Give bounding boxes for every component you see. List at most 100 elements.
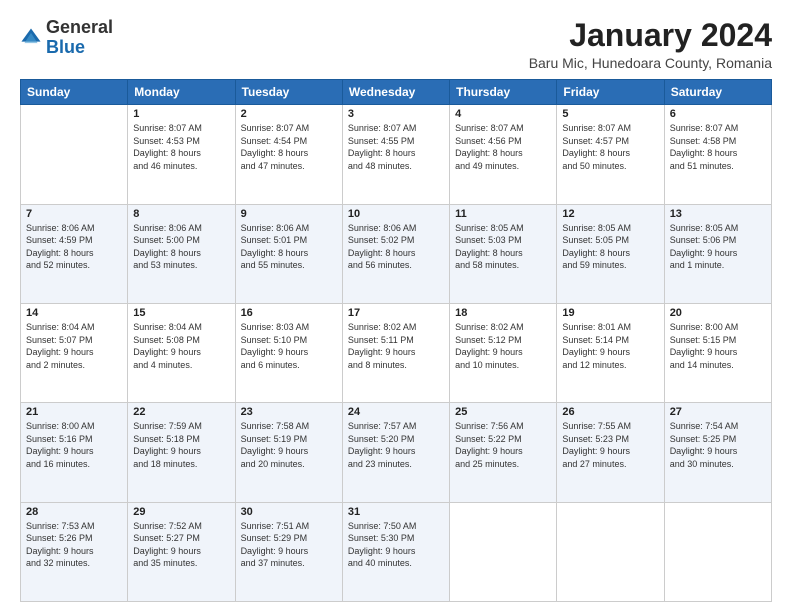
- day-number: 8: [133, 208, 229, 220]
- table-row: 15 Sunrise: 8:04 AMSunset: 5:08 PMDayligh…: [128, 303, 235, 402]
- day-number: 7: [26, 208, 122, 220]
- table-row: 27Sunrise: 7:54 AMSunset: 5:25 PMDayligh…: [664, 403, 771, 502]
- day-number: 23: [241, 406, 337, 418]
- table-row: [664, 502, 771, 601]
- day-info: Sunrise: 8:06 AMSunset: 5:00 PMDaylight:…: [133, 222, 229, 272]
- logo-icon: [20, 27, 42, 49]
- logo-general: General: [46, 17, 113, 37]
- day-number: 14: [26, 307, 122, 319]
- day-info: Sunrise: 8:00 AMSunset: 5:16 PMDaylight:…: [26, 420, 122, 470]
- col-wednesday: Wednesday: [342, 80, 449, 105]
- day-info: Sunrise: 8:04 AMSunset: 5:07 PMDaylight:…: [26, 321, 122, 371]
- day-number: 13: [670, 208, 766, 220]
- table-row: 24Sunrise: 7:57 AMSunset: 5:20 PMDayligh…: [342, 403, 449, 502]
- day-number: 3: [348, 108, 444, 120]
- table-row: 26 Sunrise: 7:55 AMSunset: 5:23 PMDayligh…: [557, 403, 664, 502]
- day-info: Sunrise: 7:50 AMSunset: 5:30 PMDaylight:…: [348, 520, 444, 570]
- table-row: 18 Sunrise: 8:02 AMSunset: 5:12 PMDayligh…: [450, 303, 557, 402]
- col-friday: Friday: [557, 80, 664, 105]
- week-row-2: 14 Sunrise: 8:04 AMSunset: 5:07 PMDayligh…: [21, 303, 772, 402]
- day-info: Sunrise: 8:00 AMSunset: 5:15 PMDaylight:…: [670, 321, 766, 371]
- week-row-1: 7 Sunrise: 8:06 AMSunset: 4:59 PMDaylight…: [21, 204, 772, 303]
- day-number: 21: [26, 406, 122, 418]
- table-row: 25 Sunrise: 7:56 AMSunset: 5:22 PMDayligh…: [450, 403, 557, 502]
- day-number: 12: [562, 208, 658, 220]
- table-row: 19 Sunrise: 8:01 AMSunset: 5:14 PMDayligh…: [557, 303, 664, 402]
- day-number: 11: [455, 208, 551, 220]
- day-number: 22: [133, 406, 229, 418]
- day-number: 29: [133, 506, 229, 518]
- day-info: Sunrise: 8:05 AMSunset: 5:03 PMDaylight:…: [455, 222, 551, 272]
- table-row: 23 Sunrise: 7:58 AMSunset: 5:19 PMDayligh…: [235, 403, 342, 502]
- table-row: 2Sunrise: 8:07 AMSunset: 4:54 PMDaylight…: [235, 105, 342, 204]
- day-info: Sunrise: 7:57 AMSunset: 5:20 PMDaylight:…: [348, 420, 444, 470]
- table-row: [21, 105, 128, 204]
- table-row: [450, 502, 557, 601]
- table-row: 29 Sunrise: 7:52 AMSunset: 5:27 PMDayligh…: [128, 502, 235, 601]
- table-row: 14 Sunrise: 8:04 AMSunset: 5:07 PMDayligh…: [21, 303, 128, 402]
- day-info: Sunrise: 8:07 AMSunset: 4:53 PMDaylight:…: [133, 122, 229, 172]
- logo: General Blue: [20, 18, 113, 58]
- day-number: 2: [241, 108, 337, 120]
- calendar-table: Sunday Monday Tuesday Wednesday Thursday…: [20, 79, 772, 602]
- table-row: 11 Sunrise: 8:05 AMSunset: 5:03 PMDayligh…: [450, 204, 557, 303]
- day-number: 16: [241, 307, 337, 319]
- day-info: Sunrise: 8:07 AMSunset: 4:55 PMDaylight:…: [348, 122, 444, 172]
- day-info: Sunrise: 8:03 AMSunset: 5:10 PMDaylight:…: [241, 321, 337, 371]
- table-row: 31 Sunrise: 7:50 AMSunset: 5:30 PMDayligh…: [342, 502, 449, 601]
- col-monday: Monday: [128, 80, 235, 105]
- table-row: 30 Sunrise: 7:51 AMSunset: 5:29 PMDayligh…: [235, 502, 342, 601]
- day-number: 15: [133, 307, 229, 319]
- day-info: Sunrise: 8:01 AMSunset: 5:14 PMDaylight:…: [562, 321, 658, 371]
- table-row: 17 Sunrise: 8:02 AMSunset: 5:11 PMDayligh…: [342, 303, 449, 402]
- day-number: 28: [26, 506, 122, 518]
- day-number: 17: [348, 307, 444, 319]
- table-row: 5Sunrise: 8:07 AMSunset: 4:57 PMDaylight…: [557, 105, 664, 204]
- day-number: 9: [241, 208, 337, 220]
- day-info: Sunrise: 7:55 AMSunset: 5:23 PMDaylight:…: [562, 420, 658, 470]
- day-info: Sunrise: 7:59 AMSunset: 5:18 PMDaylight:…: [133, 420, 229, 470]
- title-block: January 2024 Baru Mic, Hunedoara County,…: [529, 18, 772, 71]
- day-number: 19: [562, 307, 658, 319]
- col-sunday: Sunday: [21, 80, 128, 105]
- day-info: Sunrise: 7:58 AMSunset: 5:19 PMDaylight:…: [241, 420, 337, 470]
- day-info: Sunrise: 8:02 AMSunset: 5:12 PMDaylight:…: [455, 321, 551, 371]
- day-number: 5: [562, 108, 658, 120]
- col-tuesday: Tuesday: [235, 80, 342, 105]
- day-info: Sunrise: 7:56 AMSunset: 5:22 PMDaylight:…: [455, 420, 551, 470]
- table-row: 4 Sunrise: 8:07 AMSunset: 4:56 PMDaylight…: [450, 105, 557, 204]
- day-number: 20: [670, 307, 766, 319]
- day-info: Sunrise: 8:06 AMSunset: 5:02 PMDaylight:…: [348, 222, 444, 272]
- day-number: 31: [348, 506, 444, 518]
- table-row: 12 Sunrise: 8:05 AMSunset: 5:05 PMDayligh…: [557, 204, 664, 303]
- day-number: 26: [562, 406, 658, 418]
- table-row: 8 Sunrise: 8:06 AMSunset: 5:00 PMDaylight…: [128, 204, 235, 303]
- week-row-3: 21 Sunrise: 8:00 AMSunset: 5:16 PMDayligh…: [21, 403, 772, 502]
- day-info: Sunrise: 8:06 AMSunset: 4:59 PMDaylight:…: [26, 222, 122, 272]
- day-info: Sunrise: 8:05 AMSunset: 5:05 PMDaylight:…: [562, 222, 658, 272]
- col-saturday: Saturday: [664, 80, 771, 105]
- page: General Blue January 2024 Baru Mic, Hune…: [0, 0, 792, 612]
- title-month: January 2024: [529, 18, 772, 53]
- day-info: Sunrise: 7:51 AMSunset: 5:29 PMDaylight:…: [241, 520, 337, 570]
- day-info: Sunrise: 8:05 AMSunset: 5:06 PMDaylight:…: [670, 222, 766, 272]
- table-row: 21 Sunrise: 8:00 AMSunset: 5:16 PMDayligh…: [21, 403, 128, 502]
- day-number: 27: [670, 406, 766, 418]
- day-info: Sunrise: 8:06 AMSunset: 5:01 PMDaylight:…: [241, 222, 337, 272]
- day-number: 30: [241, 506, 337, 518]
- day-number: 18: [455, 307, 551, 319]
- day-info: Sunrise: 8:02 AMSunset: 5:11 PMDaylight:…: [348, 321, 444, 371]
- week-row-4: 28 Sunrise: 7:53 AMSunset: 5:26 PMDayligh…: [21, 502, 772, 601]
- week-row-0: 1Sunrise: 8:07 AMSunset: 4:53 PMDaylight…: [21, 105, 772, 204]
- logo-blue: Blue: [46, 37, 85, 57]
- day-number: 10: [348, 208, 444, 220]
- logo-text: General Blue: [46, 18, 113, 58]
- table-row: 13 Sunrise: 8:05 AMSunset: 5:06 PMDayligh…: [664, 204, 771, 303]
- day-info: Sunrise: 8:04 AMSunset: 5:08 PMDaylight:…: [133, 321, 229, 371]
- day-info: Sunrise: 8:07 AMSunset: 4:56 PMDaylight:…: [455, 122, 551, 172]
- day-number: 4: [455, 108, 551, 120]
- day-number: 25: [455, 406, 551, 418]
- day-info: Sunrise: 7:53 AMSunset: 5:26 PMDaylight:…: [26, 520, 122, 570]
- day-info: Sunrise: 7:52 AMSunset: 5:27 PMDaylight:…: [133, 520, 229, 570]
- header: General Blue January 2024 Baru Mic, Hune…: [20, 18, 772, 71]
